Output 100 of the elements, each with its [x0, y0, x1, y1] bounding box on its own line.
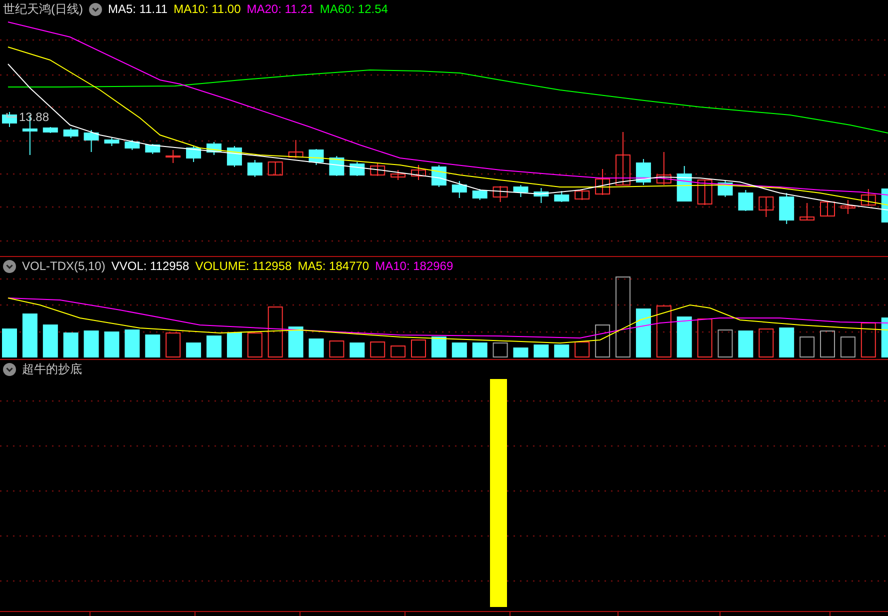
candlestick [308, 148, 324, 166]
candlestick [145, 144, 160, 154]
candlestick [534, 188, 549, 204]
indicator-value: MA10: 11.00 [174, 2, 241, 16]
candlestick [104, 138, 120, 146]
volume-bar [534, 344, 549, 358]
candlestick [758, 196, 774, 218]
volume-bar [779, 328, 794, 358]
volume-bar [390, 346, 406, 358]
indicator-value: MA60: 12.54 [320, 2, 388, 16]
candlestick [350, 162, 365, 176]
volume-bar [800, 336, 815, 358]
candlestick [390, 170, 406, 180]
candlestick [226, 146, 242, 168]
indicator-value: VOLUME: 112958 [195, 259, 292, 273]
volume-bar [574, 342, 590, 358]
volume-bar [166, 332, 181, 358]
volume-bar [247, 332, 262, 358]
volume-bar [860, 322, 876, 358]
candlestick [697, 180, 712, 206]
volume-bar [554, 344, 570, 358]
indicator-value: MA5: 11.11 [108, 2, 168, 16]
dropdown-icon[interactable] [3, 362, 16, 376]
volume-bar [472, 342, 488, 358]
volume-bar [42, 324, 58, 358]
volume-bar [145, 334, 160, 358]
volume-bar [84, 330, 99, 358]
volume-bar [186, 342, 202, 358]
volume-bar [595, 324, 610, 358]
chart-title: 世纪天鸿(日线) [3, 0, 83, 18]
dropdown-icon[interactable] [3, 260, 16, 272]
candlestick [738, 190, 754, 212]
dropdown-icon[interactable] [89, 2, 102, 16]
candlestick [452, 180, 467, 198]
volume-bar [656, 306, 672, 358]
indicator-value: VVOL: 112958 [111, 259, 190, 273]
candlestick [574, 190, 590, 200]
volume-bar [370, 342, 386, 358]
candlestick [288, 140, 304, 158]
volume-bar [226, 332, 242, 358]
candlestick [676, 166, 692, 202]
candlestick [329, 156, 344, 176]
candlestick [595, 168, 610, 196]
volume-bar [452, 342, 467, 358]
candlestick [63, 128, 78, 138]
volume-bar [308, 338, 324, 358]
volume-bar [820, 330, 835, 358]
candlestick [513, 184, 528, 198]
volume-bar [431, 336, 446, 358]
volume-bar [206, 336, 222, 358]
volume-bar [411, 340, 426, 358]
indicator-value: MA10: 182969 [375, 259, 454, 273]
volume-bar [881, 318, 888, 358]
volume-bar [268, 306, 283, 358]
candlestick [124, 140, 140, 150]
candlestick [186, 146, 202, 162]
volume-bar [288, 326, 304, 358]
candlestick [881, 188, 888, 222]
volume-bar [697, 318, 712, 358]
candlestick [779, 192, 794, 224]
candlestick [656, 152, 672, 186]
volume-bar [63, 332, 78, 358]
volume-bar [738, 330, 754, 358]
candlestick [370, 162, 386, 176]
candlestick [636, 158, 651, 186]
indicator-value: MA20: 11.21 [246, 2, 314, 16]
candlestick [166, 150, 181, 164]
candlestick [492, 186, 508, 202]
volume-bar [758, 328, 774, 358]
candlestick [820, 202, 835, 216]
candlestick [42, 126, 58, 134]
candlestick [206, 142, 222, 156]
indicator-value: MA5: 184770 [298, 259, 370, 273]
volume-bar [104, 332, 120, 358]
candlestick [268, 162, 283, 176]
volume-bar [840, 336, 856, 358]
candlestick [431, 164, 446, 188]
candlestick [247, 160, 262, 178]
chart-title: 超牛的抄底 [22, 360, 82, 378]
volume-bar [350, 342, 365, 358]
volume-bar [718, 330, 733, 358]
candlestick [2, 112, 17, 128]
volume-bar [2, 328, 17, 358]
candlestick [411, 164, 426, 180]
candlestick [800, 202, 815, 220]
volume-bar [124, 330, 140, 358]
volume-bar [636, 308, 651, 358]
candlestick [84, 130, 99, 152]
chart-title: VOL-TDX(5,10) [22, 259, 106, 273]
volume-bar [329, 340, 344, 358]
candlestick [840, 200, 856, 214]
volume-bar [676, 316, 692, 358]
candlestick [554, 190, 570, 202]
candlestick [472, 188, 488, 200]
candlestick [860, 188, 876, 206]
volume-bar [22, 314, 38, 358]
candlestick [718, 180, 733, 198]
volume-bar [513, 348, 528, 358]
volume-bar [492, 342, 508, 358]
candlestick [616, 132, 630, 186]
